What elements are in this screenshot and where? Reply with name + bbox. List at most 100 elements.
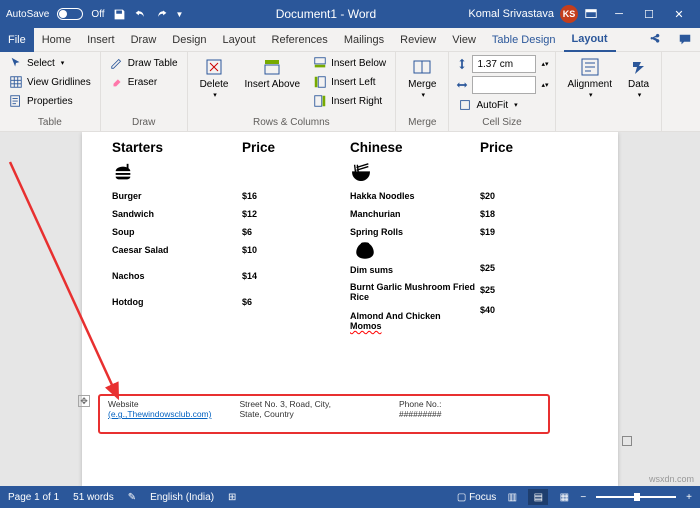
price <box>242 285 350 293</box>
group-label: Cell Size <box>455 116 548 130</box>
autofit-button[interactable]: AutoFit▾ <box>455 97 548 113</box>
share-button[interactable] <box>640 28 670 52</box>
row-height-input[interactable]: 1.37 cm <box>472 55 536 73</box>
tab-review[interactable]: Review <box>392 28 444 52</box>
menu-item: Soup <box>112 223 242 241</box>
tab-layout-context[interactable]: Layout <box>564 28 616 52</box>
burger-icon <box>112 161 142 185</box>
tab-home[interactable]: Home <box>34 28 79 52</box>
group-table: Select▾ View Gridlines Properties Table <box>0 52 101 131</box>
data-button[interactable]: Data▾ <box>622 55 655 102</box>
price: $6 <box>242 293 350 311</box>
maximize-button[interactable]: ☐ <box>634 0 664 28</box>
price <box>242 259 350 267</box>
select-button[interactable]: Select▾ <box>6 55 94 71</box>
web-layout-icon[interactable]: ▦ <box>554 489 574 505</box>
col-header: Price <box>242 140 350 155</box>
website-cell[interactable]: Website (e.g.,Thewindowsclub.com) <box>108 399 211 429</box>
user-avatar-icon: KS <box>560 5 578 23</box>
draw-table-button[interactable]: Draw Table <box>107 55 181 71</box>
autosave-state: Off <box>91 9 104 20</box>
menu-item: Hakka Noodles <box>350 187 480 205</box>
qat-dropdown-icon[interactable]: ▼ <box>176 10 184 19</box>
eraser-button[interactable]: Eraser <box>107 74 181 90</box>
price: $19 <box>480 223 588 241</box>
tab-design[interactable]: Design <box>164 28 214 52</box>
group-label: Rows & Columns <box>194 116 390 130</box>
status-bar: Page 1 of 1 51 words ✎ English (India) ⊞… <box>0 486 700 508</box>
phone-cell[interactable]: Phone No.: ######### <box>399 399 442 429</box>
ribbon-display-icon[interactable] <box>584 7 598 21</box>
save-icon[interactable] <box>113 8 126 21</box>
minimize-button[interactable]: ─ <box>604 0 634 28</box>
menu-item: Almond And Chicken <box>350 307 480 321</box>
user-name: Komal Srivastava <box>468 8 554 20</box>
insert-left-button[interactable]: Insert Left <box>310 74 389 90</box>
tab-layout[interactable]: Layout <box>215 28 264 52</box>
menu-item: Hotdog <box>112 293 242 311</box>
insert-above-button[interactable]: Insert Above <box>238 55 306 92</box>
group-rows-columns: Delete▾ Insert Above Insert Below Insert… <box>188 52 397 131</box>
price: $6 <box>242 223 350 241</box>
price: $40 <box>480 299 588 319</box>
address-cell[interactable]: Street No. 3, Road, City, State, Country <box>239 399 331 429</box>
delete-button[interactable]: Delete▾ <box>194 55 235 102</box>
zoom-slider[interactable] <box>596 496 676 498</box>
insert-below-button[interactable]: Insert Below <box>310 55 389 71</box>
read-mode-icon[interactable]: ▥ <box>502 489 522 505</box>
word-count[interactable]: 51 words <box>73 492 114 503</box>
table-resize-handle[interactable] <box>622 436 632 446</box>
toggle-icon <box>57 8 83 20</box>
footer-table-highlight: Website (e.g.,Thewindowsclub.com) Street… <box>98 394 550 434</box>
window-controls: ─ ☐ ✕ <box>604 0 694 28</box>
menu-item: Dim sums <box>350 261 480 279</box>
menu-item: Momos <box>350 321 480 335</box>
title-bar: AutoSave Off ▼ Document1 - Word Komal Sr… <box>0 0 700 28</box>
accessibility-icon[interactable]: ⊞ <box>228 492 236 503</box>
close-button[interactable]: ✕ <box>664 0 694 28</box>
group-alignment: Alignment▾ Data▾ <box>556 52 663 131</box>
group-cell-size: 1.37 cm ▴▾ ▴▾ AutoFit▾ Cell Size <box>449 52 555 131</box>
group-merge: Merge▾ Merge <box>396 52 449 131</box>
insert-right-button[interactable]: Insert Right <box>310 93 389 109</box>
autosave-toggle[interactable]: AutoSave Off <box>6 8 105 20</box>
col-header: Starters <box>112 140 242 155</box>
autosave-label: AutoSave <box>6 9 49 20</box>
undo-icon[interactable] <box>134 8 147 21</box>
focus-mode[interactable]: ▢ Focus <box>457 492 496 503</box>
group-label: Table <box>6 116 94 130</box>
merge-button[interactable]: Merge▾ <box>402 55 442 102</box>
tab-references[interactable]: References <box>264 28 336 52</box>
page-count[interactable]: Page 1 of 1 <box>8 492 59 503</box>
menu-item: Sandwich <box>112 205 242 223</box>
view-gridlines-button[interactable]: View Gridlines <box>6 74 94 90</box>
tab-table-design[interactable]: Table Design <box>484 28 564 52</box>
menu-item: Manchurian <box>350 205 480 223</box>
document-title: Document1 - Word <box>183 7 468 21</box>
properties-button[interactable]: Properties <box>6 93 94 109</box>
language[interactable]: English (India) <box>150 492 214 503</box>
dimsum-icon <box>350 241 380 259</box>
user-info[interactable]: Komal Srivastava KS <box>468 5 598 23</box>
menu-item: Nachos <box>112 267 242 285</box>
comments-button[interactable] <box>670 28 700 52</box>
tab-file[interactable]: File <box>0 28 34 52</box>
zoom-out-button[interactable]: − <box>580 492 586 503</box>
table-anchor-icon[interactable]: ✥ <box>78 395 90 407</box>
tab-view[interactable]: View <box>444 28 484 52</box>
print-layout-icon[interactable]: ▤ <box>528 489 548 505</box>
tab-mailings[interactable]: Mailings <box>336 28 392 52</box>
price: $25 <box>480 277 588 299</box>
tab-draw[interactable]: Draw <box>123 28 165 52</box>
zoom-in-button[interactable]: + <box>686 492 692 503</box>
document-area[interactable]: Starters Burger Sandwich Soup Caesar Sal… <box>0 132 700 486</box>
quick-access-toolbar: ▼ <box>113 8 184 21</box>
width-icon <box>455 78 469 92</box>
price: $16 <box>242 187 350 205</box>
tab-insert[interactable]: Insert <box>79 28 123 52</box>
redo-icon[interactable] <box>155 8 168 21</box>
column-width-input[interactable] <box>472 76 536 94</box>
alignment-button[interactable]: Alignment▾ <box>562 55 618 102</box>
col-header: Chinese <box>350 140 480 155</box>
spellcheck-icon[interactable]: ✎ <box>128 492 136 503</box>
